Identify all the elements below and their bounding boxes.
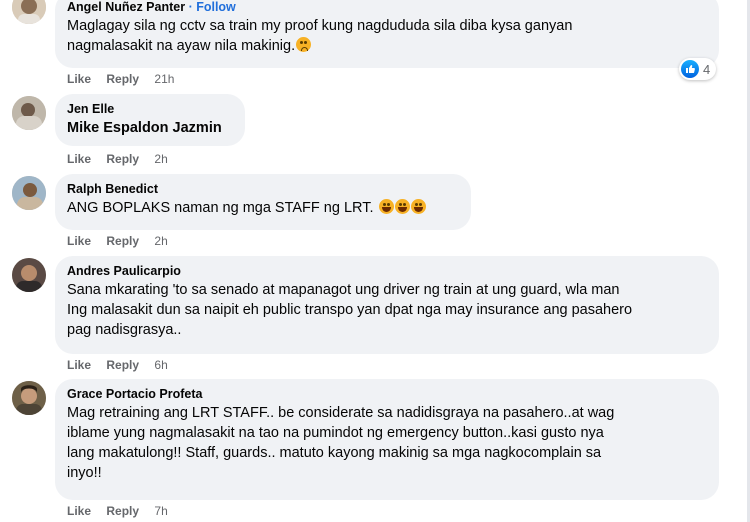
comment-text-line: ANG BOPLAKS naman ng mga STAFF ng LRT. bbox=[67, 198, 459, 218]
laughing-crying-emoji-icon bbox=[378, 199, 394, 214]
comment-author[interactable]: Jen Elle bbox=[67, 102, 114, 116]
comment-timestamp[interactable]: 21h bbox=[154, 72, 174, 86]
like-button[interactable]: Like bbox=[67, 72, 91, 86]
avatar[interactable] bbox=[12, 96, 46, 130]
comment-author[interactable]: Angel Nuñez Panter bbox=[67, 0, 185, 14]
reply-button[interactable]: Reply bbox=[106, 358, 139, 372]
comment-author[interactable]: Ralph Benedict bbox=[67, 182, 158, 196]
comment-actions: Like Reply 21h bbox=[67, 71, 186, 87]
comment-bubble: Andres Paulicarpio Sana mkarating 'to sa… bbox=[55, 256, 719, 354]
reaction-count: 4 bbox=[703, 61, 711, 77]
comment-timestamp[interactable]: 2h bbox=[154, 234, 167, 248]
reply-button[interactable]: Reply bbox=[106, 504, 139, 518]
comment-author[interactable]: Grace Portacio Profeta bbox=[67, 387, 202, 401]
comment-actions: Like Reply 2h bbox=[67, 233, 180, 249]
like-button[interactable]: Like bbox=[67, 152, 91, 166]
like-button[interactable]: Like bbox=[67, 234, 91, 248]
like-button[interactable]: Like bbox=[67, 358, 91, 372]
comment-bubble: Angel Nuñez Panter · Follow Maglagay sil… bbox=[55, 0, 719, 68]
comment-actions: Like Reply 2h bbox=[67, 151, 180, 167]
like-icon bbox=[681, 60, 699, 78]
comment-text-line: inyo!! bbox=[67, 465, 102, 481]
sad-emoji-icon bbox=[296, 37, 312, 52]
avatar[interactable] bbox=[12, 176, 46, 210]
comment-text-line: Maglagay sila ng cctv sa train my proof … bbox=[67, 18, 573, 34]
comment-bubble: Ralph Benedict ANG BOPLAKS naman ng mga … bbox=[55, 174, 471, 230]
comment-actions: Like Reply 7h bbox=[67, 503, 180, 519]
comment-text-line[interactable]: Mike Espaldon Jazmin bbox=[67, 118, 233, 138]
comment-text-line: Ing malasakit dun sa naipit eh public tr… bbox=[67, 302, 633, 318]
reply-button[interactable]: Reply bbox=[106, 72, 139, 86]
comment-text-line: pag nadisgrasya.. bbox=[67, 322, 182, 338]
comment-timestamp[interactable]: 6h bbox=[154, 358, 167, 372]
avatar[interactable] bbox=[12, 0, 46, 24]
avatar[interactable] bbox=[12, 381, 46, 415]
comment-text-line: lang makatulong!! Staff, guards.. matuto… bbox=[67, 445, 602, 461]
laughing-crying-emoji-icon bbox=[410, 199, 426, 214]
comment-author[interactable]: Andres Paulicarpio bbox=[67, 264, 181, 278]
comment-timestamp[interactable]: 7h bbox=[154, 504, 167, 518]
comment-bubble: Jen Elle Mike Espaldon Jazmin bbox=[55, 94, 245, 146]
comment-text-line: nagmalasakit na ayaw nila makinig. bbox=[67, 36, 707, 56]
like-button[interactable]: Like bbox=[67, 504, 91, 518]
reaction-count-badge[interactable]: 4 bbox=[679, 58, 717, 80]
laughing-crying-emoji-icon bbox=[394, 199, 410, 214]
comment-actions: Like Reply 6h bbox=[67, 357, 180, 373]
comment-text-line: Sana mkarating 'to sa senado at mapanago… bbox=[67, 282, 620, 298]
follow-link[interactable]: · Follow bbox=[189, 0, 236, 14]
reply-button[interactable]: Reply bbox=[106, 234, 139, 248]
comment-text-line: iblame yung nagmalasakit na tao na pumin… bbox=[67, 425, 604, 441]
avatar[interactable] bbox=[12, 258, 46, 292]
comment-bubble: Grace Portacio Profeta Mag retraining an… bbox=[55, 379, 719, 500]
comment-timestamp[interactable]: 2h bbox=[154, 152, 167, 166]
comment-text-line: Mag retraining ang LRT STAFF.. be consid… bbox=[67, 405, 615, 421]
reply-button[interactable]: Reply bbox=[106, 152, 139, 166]
